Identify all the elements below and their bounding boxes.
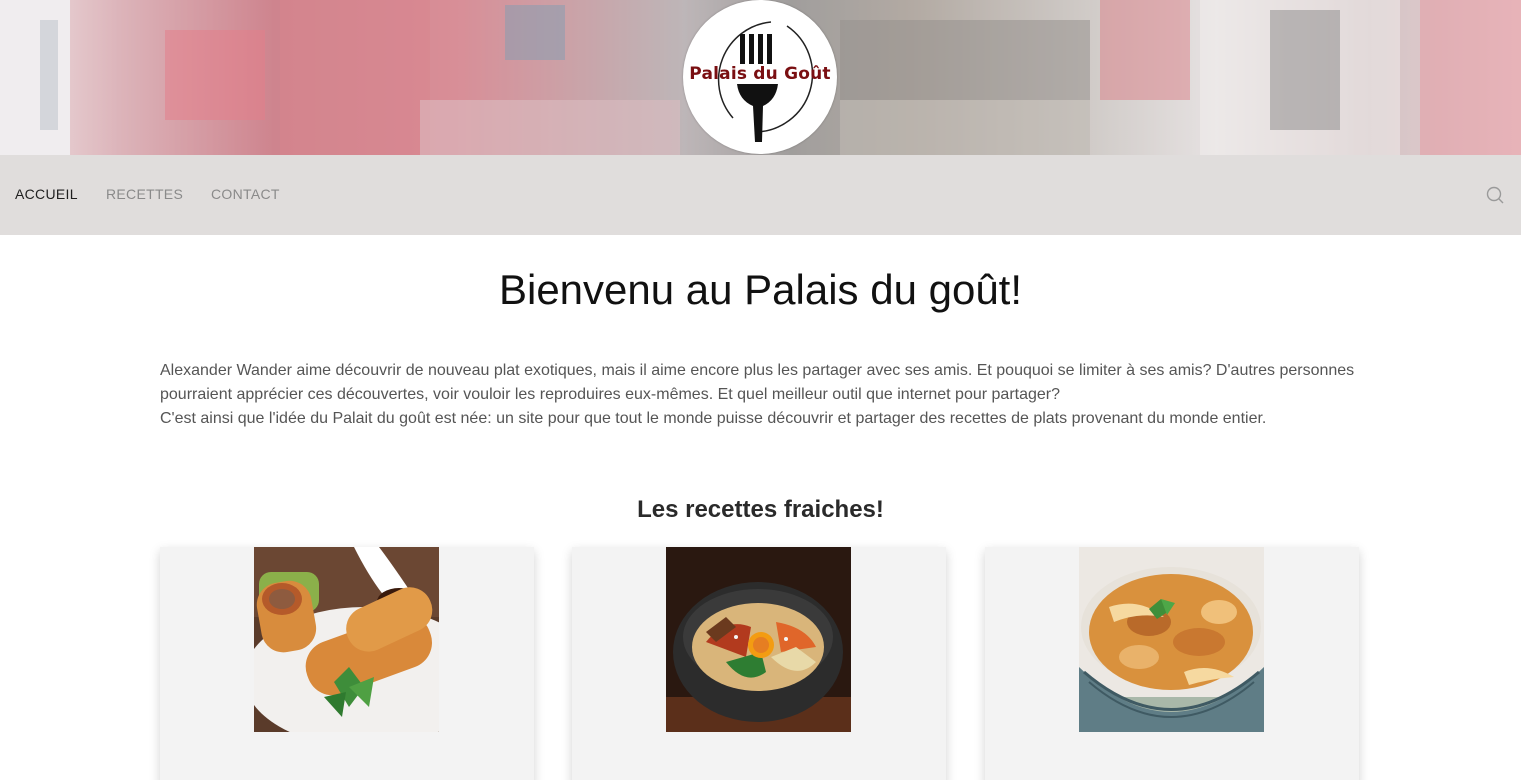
hero-banner: Palais du Goût (0, 0, 1521, 155)
navigation-bar: ACCUEIL RECETTES CONTACT (0, 155, 1521, 235)
intro-paragraph-2: C'est ainsi que l'idée du Palait du goût… (160, 410, 1267, 427)
recipe-card[interactable] (160, 547, 534, 780)
section-title: Les recettes fraiches! (637, 496, 884, 523)
recipe-card[interactable] (985, 547, 1359, 780)
page-title: Bienvenu au Palais du goût! (498, 266, 1023, 313)
logo-text: Palais du Goût (689, 64, 831, 84)
site-logo[interactable]: Palais du Goût (683, 0, 837, 154)
nav-item-recettes[interactable]: RECETTES (106, 186, 183, 202)
nav-item-accueil[interactable]: ACCUEIL (15, 186, 78, 202)
recipe-image-bibimbap[interactable] (666, 547, 851, 732)
page: Palais du Goût ACCUEIL RECETTES CONTACT … (0, 0, 1521, 780)
recipe-card[interactable] (572, 547, 946, 780)
intro-text: Alexander Wander aime découvrir de nouve… (160, 359, 1370, 431)
recipe-image-donburi[interactable] (1079, 547, 1264, 732)
recipe-image-spring-rolls[interactable] (254, 547, 439, 732)
intro-paragraph-1: Alexander Wander aime découvrir de nouve… (160, 362, 1355, 403)
search-icon[interactable] (1485, 185, 1505, 205)
nav-item-contact[interactable]: CONTACT (211, 186, 280, 202)
